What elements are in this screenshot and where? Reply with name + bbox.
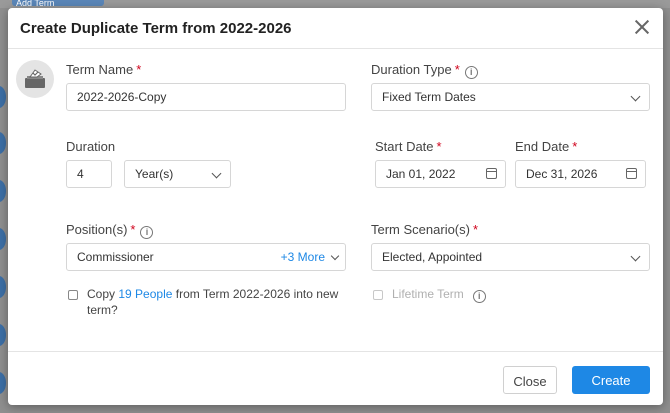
dialog-header: Create Duplicate Term from 2022-2026 [8, 8, 663, 49]
ballot-box-icon [16, 60, 54, 98]
create-button[interactable]: Create [572, 366, 650, 394]
calendar-icon[interactable] [486, 168, 497, 179]
chevron-down-icon [330, 251, 340, 261]
term-name-label: Term Name * [66, 62, 142, 77]
term-name-input[interactable] [66, 83, 346, 111]
chevron-down-icon [630, 91, 641, 102]
duration-label: Duration [66, 139, 116, 154]
duration-type-select[interactable]: Fixed Term Dates [371, 83, 650, 111]
term-scenarios-label: Term Scenario(s) * [371, 222, 479, 237]
end-date-label: End Date * [515, 139, 578, 154]
add-term-button: Add Term [12, 0, 104, 6]
positions-label: Position(s) * i [66, 222, 154, 239]
background-avatar [0, 324, 6, 346]
calendar-icon[interactable] [626, 168, 637, 179]
duplicate-term-dialog: Create Duplicate Term from 2022-2026 Ter… [8, 8, 663, 405]
chevron-down-icon [630, 251, 641, 262]
background-avatar [0, 180, 6, 202]
copy-people-text: Copy 19 People from Term 2022-2026 into … [87, 287, 339, 317]
background-avatar [0, 228, 6, 250]
background-avatar [0, 276, 6, 298]
term-scenarios-select[interactable]: Elected, Appointed [371, 243, 650, 271]
duration-number-input[interactable]: 4 [66, 160, 112, 188]
info-icon[interactable]: i [472, 290, 486, 303]
close-button[interactable]: Close [503, 366, 557, 394]
dialog-footer: Close Create [8, 351, 663, 405]
start-date-label: Start Date * [375, 139, 442, 154]
duration-type-label: Duration Type * i [371, 62, 478, 79]
positions-select[interactable]: Commissioner +3 More [66, 243, 346, 271]
start-date-input[interactable]: Jan 01, 2022 [375, 160, 506, 188]
close-icon[interactable] [631, 16, 653, 38]
copy-people-checkbox[interactable] [68, 290, 78, 300]
lifetime-term-checkbox[interactable] [373, 290, 383, 300]
lifetime-term-label: Lifetime Term i [392, 286, 486, 303]
background-avatar [0, 132, 6, 154]
more-positions-link[interactable]: +3 More [281, 244, 325, 270]
background-avatar [0, 372, 6, 394]
people-link[interactable]: 19 People [118, 287, 172, 301]
end-date-input[interactable]: Dec 31, 2026 [515, 160, 646, 188]
info-icon[interactable]: i [464, 66, 478, 79]
duration-unit-select[interactable]: Year(s) [124, 160, 231, 188]
chevron-down-icon [211, 168, 222, 179]
info-icon[interactable]: i [140, 226, 154, 239]
background-avatar [0, 86, 6, 108]
dialog-title: Create Duplicate Term from 2022-2026 [20, 20, 292, 37]
